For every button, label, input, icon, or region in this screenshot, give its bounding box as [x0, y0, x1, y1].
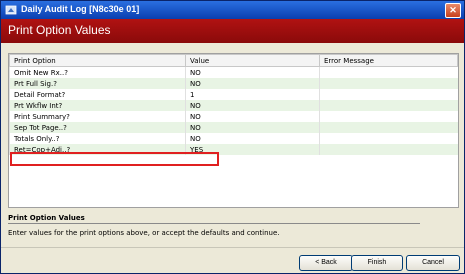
header-banner: Print Option Values [1, 19, 464, 43]
value-cell[interactable]: NO [185, 78, 320, 89]
finish-button[interactable]: Finish [351, 255, 403, 271]
value-cell[interactable]: YES [185, 144, 320, 155]
value-cell[interactable]: NO [185, 111, 320, 122]
option-cell: Sep Tot Page..? [9, 122, 186, 133]
help-title: Print Option Values [8, 214, 85, 222]
value-cell[interactable]: NO [185, 122, 320, 133]
error-cell [319, 122, 458, 133]
table-row[interactable]: Prt Full Sig.? NO [9, 78, 458, 89]
table-row[interactable]: Sep Tot Page..? NO [9, 122, 458, 133]
page-title: Print Option Values [8, 23, 111, 37]
table-row[interactable]: Print Summary? NO [9, 111, 458, 122]
error-cell [319, 78, 458, 89]
option-cell: Print Summary? [9, 111, 186, 122]
table-row[interactable]: Totals Only..? NO [9, 133, 458, 144]
option-cell: Omit New Rx..? [9, 66, 186, 78]
title-bar[interactable]: Daily Audit Log [N8c30e 01] ✕ [1, 1, 464, 19]
value-cell[interactable]: NO [185, 100, 320, 111]
value-cell[interactable]: 1 [185, 89, 320, 100]
window-title: Daily Audit Log [N8c30e 01] [21, 4, 140, 14]
option-cell: Prt Full Sig.? [9, 78, 186, 89]
option-cell: Detail Format? [9, 89, 186, 100]
option-cell: Ret=Cop+Adj..? [9, 144, 186, 155]
error-cell [319, 66, 458, 78]
table-row[interactable]: Ret=Cop+Adj..? YES [9, 144, 458, 155]
dialog-window: Daily Audit Log [N8c30e 01] ✕ Print Opti… [0, 0, 465, 274]
close-button[interactable]: ✕ [445, 3, 461, 18]
cancel-button[interactable]: Cancel [406, 255, 460, 271]
option-cell: Totals Only..? [9, 133, 186, 144]
column-header-value[interactable]: Value [185, 54, 320, 67]
error-cell [319, 89, 458, 100]
error-cell [319, 111, 458, 122]
column-header-error-message[interactable]: Error Message [319, 54, 458, 67]
error-cell [319, 100, 458, 111]
value-cell[interactable]: NO [185, 66, 320, 78]
value-cell[interactable]: NO [185, 133, 320, 144]
table-row[interactable]: Detail Format? 1 [9, 89, 458, 100]
table-row[interactable]: Omit New Rx..? NO [9, 66, 458, 78]
option-cell: Prt Wkflw Int? [9, 100, 186, 111]
back-button[interactable]: < Back [299, 255, 353, 271]
print-options-grid[interactable]: Print Option Value Error Message Omit Ne… [8, 53, 459, 208]
error-cell [319, 133, 458, 144]
error-cell [319, 144, 458, 155]
help-divider [8, 223, 420, 224]
column-header-print-option[interactable]: Print Option [9, 54, 186, 67]
footer-divider [1, 247, 464, 248]
table-row[interactable]: Prt Wkflw Int? NO [9, 100, 458, 111]
help-text: Enter values for the print options above… [8, 229, 280, 237]
app-icon [5, 5, 17, 15]
